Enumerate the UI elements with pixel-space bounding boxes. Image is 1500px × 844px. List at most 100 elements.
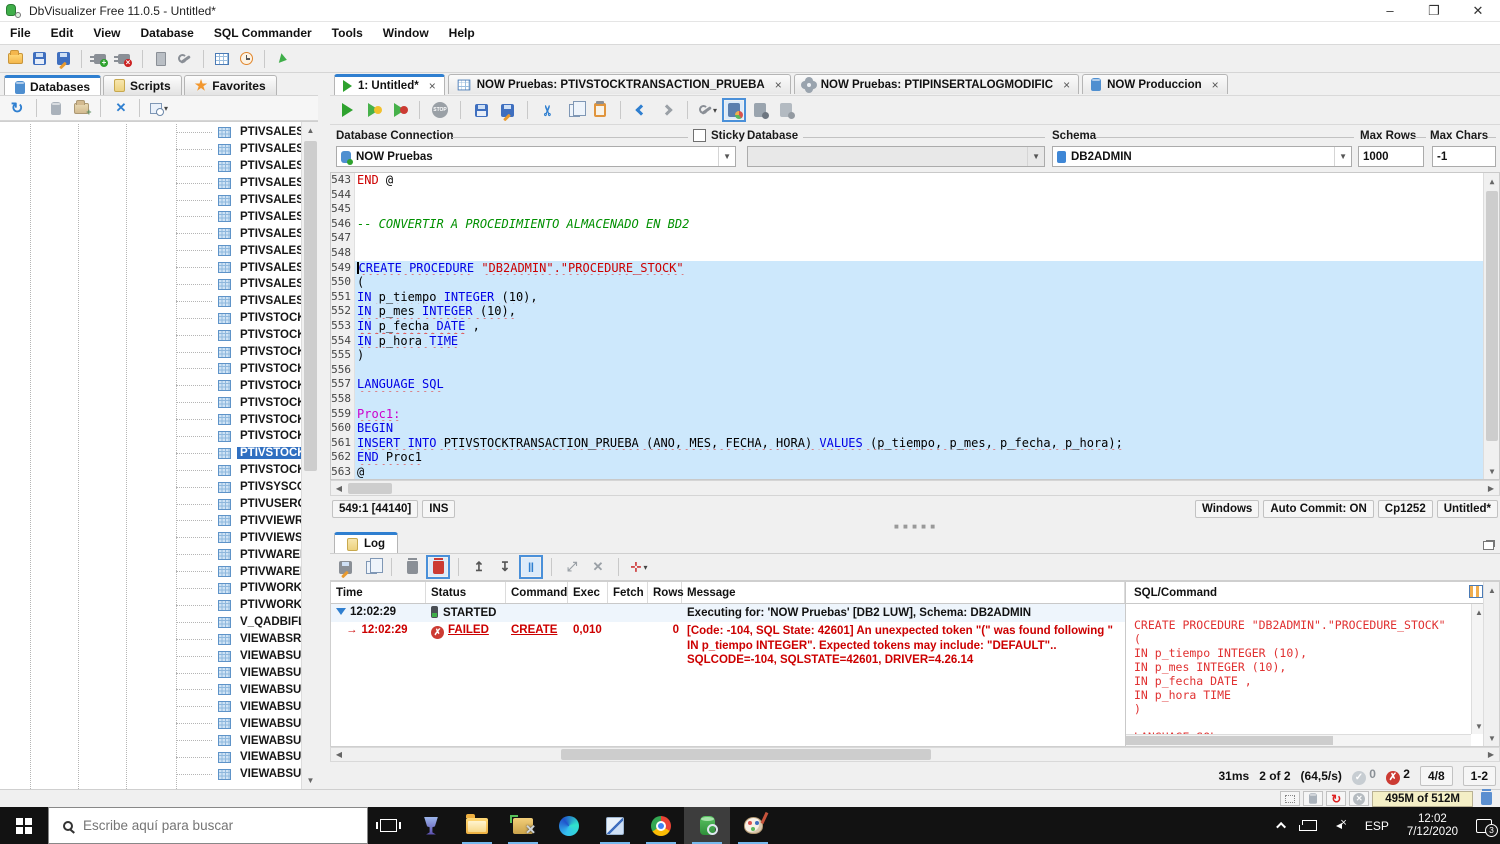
horizontal-splitter[interactable]: ■ ■ ■ ■ ■ [330, 521, 1500, 531]
save-as-button[interactable] [54, 50, 72, 68]
tree-item-ptivworkcenterexp[interactable]: PTIVWORKCENTEREXP [0, 597, 318, 614]
encoding[interactable]: Cp1252 [1377, 500, 1433, 518]
rollback-button[interactable] [777, 101, 795, 119]
sidebar-tab-databases[interactable]: Databases [4, 75, 102, 96]
clear-on-execute-button[interactable] [426, 555, 450, 579]
editor-tab[interactable]: NOW Produccion × [1082, 74, 1228, 94]
tree-item-ptivsyscolumns[interactable]: PTIVSYSCOLUMNS [0, 479, 318, 496]
tree-item-ptivwarehouseitemperiodizedcost[interactable]: PTIVWAREHOUSEITEMPERIODIZEDCOST [0, 563, 318, 580]
tree-item-ptivsalespicking[interactable]: PTIVSALESPICKING [0, 242, 318, 259]
auto-commit-status[interactable]: Auto Commit: ON [1263, 500, 1374, 518]
resize-grip-icon[interactable] [1280, 791, 1301, 806]
execute-explain-button[interactable] [390, 101, 408, 119]
table-grid-button[interactable] [213, 50, 231, 68]
task-view-button[interactable] [368, 807, 408, 844]
clear-log-button[interactable] [403, 557, 421, 576]
fit-columns-button[interactable]: ⤢ [563, 558, 581, 576]
taskbar-app-file-explorer[interactable] [454, 807, 500, 844]
menu-file[interactable]: File [0, 26, 41, 40]
commit-button[interactable] [751, 101, 769, 119]
tree-item-viewabsuixmlattrext2[interactable]: VIEWABSUIXMLATTREXT2 [0, 681, 318, 698]
log-row[interactable]: 12:02:29 STARTED Executing for: 'NOW Prueb… [331, 604, 1125, 622]
taskbar-search[interactable] [48, 807, 368, 844]
code-line-558[interactable]: 558 [331, 391, 1483, 407]
log-vertical-scrollbar[interactable]: ▲ ▼ [1483, 582, 1499, 746]
tree-item-ptivsalesorderline2[interactable]: PTIVSALESORDERLINE2 [0, 208, 318, 225]
detach-panel-icon[interactable] [1483, 541, 1494, 550]
tray-chevron-up-icon[interactable] [1271, 807, 1294, 844]
network-icon[interactable] [1294, 807, 1325, 844]
refresh-status-icon[interactable]: ↻ [1326, 791, 1347, 806]
start-button[interactable] [0, 807, 48, 844]
save-as-button[interactable] [498, 101, 516, 119]
column-header-time[interactable]: Time [331, 582, 426, 603]
vertical-splitter[interactable] [318, 73, 330, 789]
column-header-message[interactable]: Message [682, 582, 1125, 603]
menu-sql-commander[interactable]: SQL Commander [204, 26, 322, 40]
code-line-561[interactable]: 561 INSERT INTO PTIVSTOCKTRANSACTION_PRUE… [331, 435, 1483, 451]
tree-item-ptivstocktransaction5[interactable]: PTIVSTOCKTRANSACTION5 [0, 377, 318, 394]
connect-button[interactable]: + [90, 50, 109, 68]
database-select[interactable]: ▼ [747, 146, 1045, 167]
tree-item-ptivsalesorderlineblocks[interactable]: PTIVSALESORDERLINEBLOCKS [0, 225, 318, 242]
tree-item-viewabsuixmlbuttonext2[interactable]: VIEWABSUIXMLBUTTONEXT2 [0, 732, 318, 749]
close-tab-icon[interactable]: × [1212, 78, 1219, 92]
tree-item-ptivstocktransaction4[interactable]: PTIVSTOCKTRANSACTION4 [0, 360, 318, 377]
tree-item-ptivviews[interactable]: PTIVVIEWS [0, 529, 303, 546]
log-hscrollbar-thumb[interactable] [561, 749, 931, 760]
tree-scrollbar[interactable]: ▲ ▼ [301, 122, 318, 789]
close-tab-icon[interactable]: × [429, 79, 436, 93]
editor-vertical-scrollbar[interactable]: ▲ ▼ [1483, 173, 1499, 479]
tree-item-ptivsalespricedefinition[interactable]: PTIVSALESPRICEDEFINITION [0, 276, 318, 293]
back-button[interactable] [632, 101, 650, 119]
editor-scrollbar-thumb[interactable] [1486, 191, 1498, 441]
menu-tools[interactable]: Tools [322, 26, 373, 40]
tree-item-viewabsuixmlbuttonfull[interactable]: VIEWABSUIXMLBUTTONFULL [0, 749, 318, 766]
scroll-left-icon[interactable]: ◀ [331, 481, 347, 496]
menu-view[interactable]: View [83, 26, 130, 40]
monitor-clock-button[interactable] [237, 50, 255, 68]
close-button[interactable]: ✕ [1456, 0, 1500, 21]
column-header-exec[interactable]: Exec [568, 582, 608, 603]
column-header-command[interactable]: Command [506, 582, 568, 603]
code-line-552[interactable]: 552 IN p_mes INTEGER (10), [331, 304, 1483, 319]
max-chars-input[interactable]: -1 [1432, 146, 1496, 167]
save-button[interactable] [472, 101, 490, 119]
code-line-550[interactable]: 550( [331, 275, 1483, 290]
taskbar-app-paint-app[interactable] [730, 807, 776, 844]
tool-properties-button[interactable] [176, 50, 194, 68]
taskbar-app-notes-app[interactable] [592, 807, 638, 844]
menu-help[interactable]: Help [439, 26, 485, 40]
sidebar-tab-favorites[interactable]: ★ Favorites [183, 75, 277, 95]
expand-triangle-icon[interactable] [336, 608, 346, 615]
cancel-status-icon[interactable]: ✕ [1349, 791, 1370, 806]
tree-item-viewabsuixmlbuttonext[interactable]: VIEWABSUIXMLBUTTONEXT [0, 715, 318, 732]
tree-item-ptivsalesorder3[interactable]: PTIVSALESORDER3 [0, 124, 318, 141]
forward-button[interactable] [658, 101, 676, 119]
menu-database[interactable]: Database [130, 26, 203, 40]
restore-button[interactable]: ❐ [1412, 0, 1456, 21]
tree-item-ptivstocktransaction3[interactable]: PTIVSTOCKTRANSACTION3 [0, 344, 318, 361]
tree-item-ptivstocktransaction[interactable]: PTIVSTOCKTRANSACTION [0, 310, 318, 327]
scroll-up-icon[interactable]: ▲ [302, 122, 318, 139]
scroll-right-icon[interactable]: ▶ [1483, 748, 1499, 761]
code-line-543[interactable]: 543 END @ [331, 173, 1483, 188]
code-line-562[interactable]: 562 END Proc1 [331, 450, 1483, 465]
taskbar-app-chrome-browser[interactable] [638, 807, 684, 844]
taskbar-app-dbvisualizer[interactable] [684, 807, 730, 844]
log-horizontal-scrollbar[interactable]: ◀ ▶ [330, 747, 1500, 762]
column-header-status[interactable]: Status [426, 582, 506, 603]
memory-indicator[interactable]: 495M of 512M [1372, 790, 1473, 807]
scroll-down-icon[interactable]: ▼ [1484, 463, 1499, 479]
tree-item-ptivstocktransaction50[interactable]: PTIVSTOCKTRANSACTION50 [0, 394, 318, 411]
scroll-left-icon[interactable]: ◀ [331, 748, 347, 761]
tree-item-ptivsalesorder6[interactable]: PTIVSALESORDER6 [0, 175, 318, 192]
editor-hscrollbar-thumb[interactable] [348, 483, 392, 494]
code-line-553[interactable]: 553 IN p_fecha DATE , [331, 318, 1483, 334]
scroll-up-icon[interactable]: ▲ [1484, 582, 1500, 598]
scroll-down-icon[interactable]: ▼ [302, 772, 318, 789]
tree-item-ptivsalesorder4[interactable]: PTIVSALESORDER4 [0, 141, 318, 158]
taskbar-app-installer-app[interactable] [500, 807, 546, 844]
tree-item-ptivstocktransaction7[interactable]: PTIVSTOCKTRANSACTION7 [0, 428, 318, 445]
log-row[interactable]: → 12:02:29 ✗ FAILED CREATE 0,010 0 [Code: -104,… [331, 622, 1125, 668]
